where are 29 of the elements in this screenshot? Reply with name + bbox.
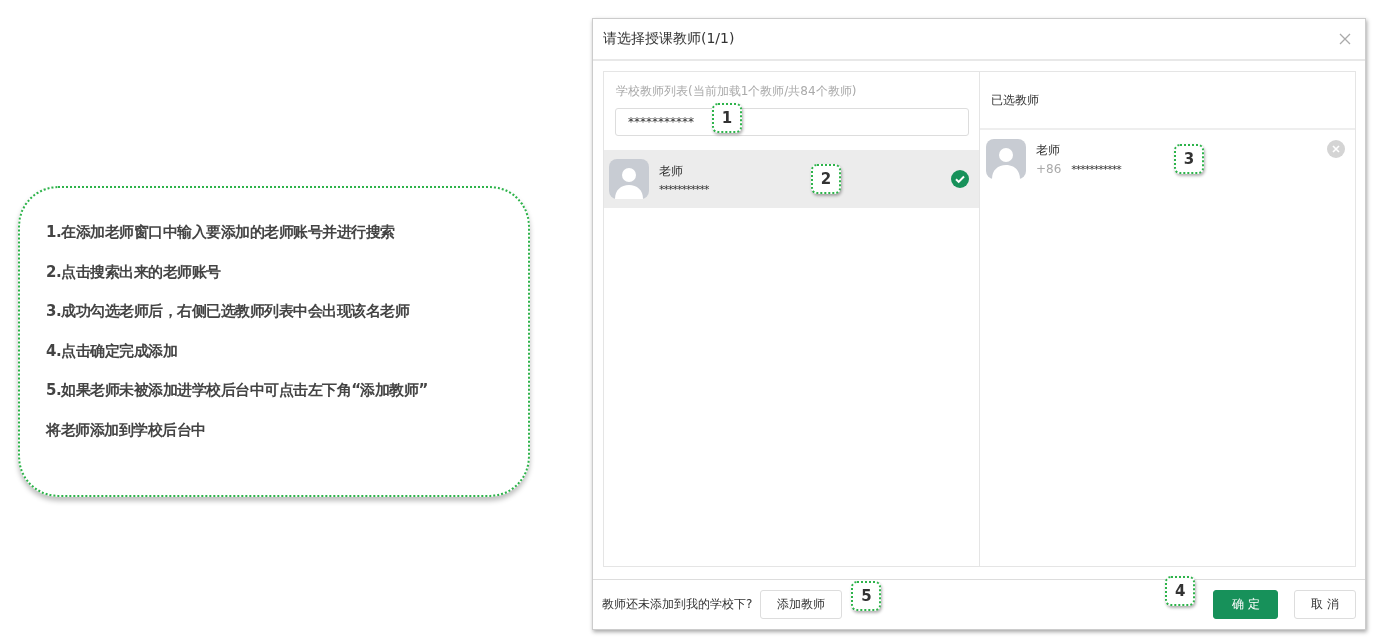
instruction-text: 3.成功勾选老师后，右侧已选教师列表中会出现该名老师 — [46, 301, 411, 321]
step-marker: 5 — [851, 581, 882, 611]
step-marker: 1 — [712, 103, 742, 133]
cancel-button[interactable]: 取 消 — [1294, 590, 1356, 619]
check-icon — [951, 170, 969, 188]
teacher-account: *********** — [659, 182, 710, 196]
step-marker: 3 — [1174, 144, 1204, 174]
remove-icon[interactable] — [1327, 140, 1345, 158]
instruction-text: 5.如果老师未被添加进学校后台中可点击左下角“添加教师” — [46, 380, 429, 400]
avatar-icon — [609, 159, 649, 199]
teacher-name: 老师 — [1036, 142, 1060, 159]
country-code: +86 — [1036, 162, 1062, 176]
teacher-name: 老师 — [659, 162, 683, 180]
step-marker: 4 — [1165, 576, 1196, 606]
teacher-account: *********** — [1071, 162, 1121, 176]
footer-prompt: 教师还未添加到我的学校下? — [602, 596, 753, 613]
step-marker: 2 — [811, 164, 841, 194]
confirm-button[interactable]: 确 定 — [1213, 590, 1279, 619]
instruction-text: 4.点击确定完成添加 — [46, 340, 179, 361]
instruction-text: 1.在添加老师窗口中输入要添加的老师账号并进行搜索 — [46, 222, 396, 242]
close-icon[interactable] — [1339, 33, 1351, 45]
list-heading: 学校教师列表(当前加载1个教师/共84个教师) — [615, 83, 858, 100]
teacher-list-item[interactable]: 老师 *********** 2 — [604, 150, 979, 208]
instruction-text: 2.点击搜索出来的老师账号 — [46, 261, 222, 282]
list-heading: 已选教师 — [991, 91, 1039, 109]
instruction-text: 将老师添加到学校后台中 — [46, 419, 207, 440]
dialog-title: 请选择授课教师(1/1) — [603, 30, 735, 48]
avatar-icon — [986, 139, 1026, 179]
add-teacher-button[interactable]: 添加教师 — [760, 590, 843, 619]
